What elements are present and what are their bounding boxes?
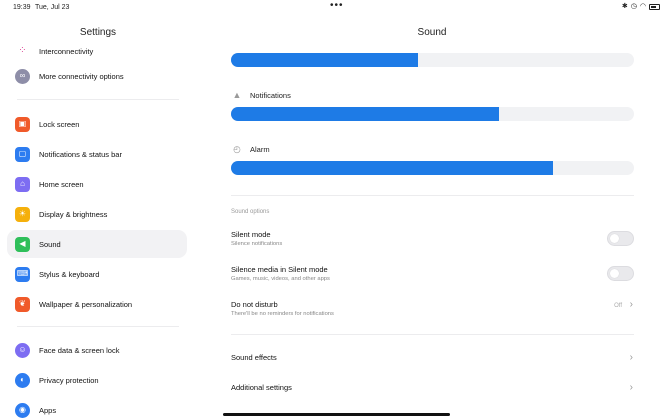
link-icon: ∞ [15,68,30,84]
silence-media-row[interactable]: Silence media in Silent mode Games, musi… [231,262,634,288]
sidebar-item-label: Display & brightness [39,209,108,219]
sidebar-divider [17,326,179,327]
speaker-icon: ◀ [15,236,30,252]
row-title: Additional settings [231,383,292,392]
sidebar-item-label: More connectivity options [39,71,124,81]
slider-fill [231,107,499,121]
sound-effects-row[interactable]: Sound effects › [231,350,634,376]
chevron-right-icon: › [629,299,633,310]
status-date: Tue, Jul 23 [35,4,70,11]
sidebar-item-sound[interactable]: ◀ Sound [7,230,187,258]
settings-sidebar: Settings ⁘ Interconnectivity ∞ More conn… [0,16,196,420]
row-title: Sound effects [231,353,277,362]
do-not-disturb-row[interactable]: Do not disturb There'll be no reminders … [231,297,634,323]
wifi-icon: ◠ [639,3,646,10]
sidebar-item-apps[interactable]: ◉ Apps [7,396,187,420]
slider-fill [231,53,419,67]
status-icons: ✱ ◷ ◠ [622,3,660,11]
silent-mode-row[interactable]: Silent mode Silence notifications [231,227,634,253]
sidebar-item-wallpaper[interactable]: ❦ Wallpaper & personalization [7,290,187,318]
sidebar-item-label: Lock screen [39,119,80,129]
slider-fill [231,161,554,175]
lock-icon: ▣ [15,116,30,132]
sidebar-item-display[interactable]: ☀ Display & brightness [7,200,187,228]
sidebar-item-label: Notifications & status bar [39,149,122,159]
sidebar-item-label: Privacy protection [39,375,99,385]
sidebar-item-label: Apps [39,405,57,415]
more-dots-icon[interactable]: ••• [330,1,344,11]
sidebar-item-interconnectivity[interactable]: ⁘ Interconnectivity [7,37,187,65]
bell-icon: ▲ [232,90,242,100]
keyboard-icon: ⌨ [15,266,30,282]
row-title: Do not disturb [231,300,278,309]
chevron-right-icon: › [629,382,633,393]
sidebar-item-label: Home screen [39,179,84,189]
sidebar-item-label: Wallpaper & personalization [39,299,133,309]
home-indicator[interactable] [223,413,450,416]
face-icon: ☺ [15,342,30,358]
sidebar-item-label: Face data & screen lock [39,345,120,355]
sidebar-item-home-screen[interactable]: ⌂ Home screen [7,170,187,198]
section-divider [231,334,634,335]
silent-mode-toggle[interactable] [607,231,634,246]
alarm-volume-slider[interactable] [231,161,634,175]
section-header: Sound options [231,209,270,215]
row-title: Silence media in Silent mode [231,265,328,274]
chevron-right-icon: › [629,352,633,363]
row-title: Silent mode [231,230,271,239]
sidebar-item-label: Sound [39,239,61,249]
sidebar-item-notifications[interactable]: ▢ Notifications & status bar [7,140,187,168]
row-subtitle: Silence notifications [231,241,283,247]
section-divider [231,195,634,196]
sidebar-item-privacy[interactable]: ◐ Privacy protection [7,366,187,394]
alarm-volume-label: Alarm [250,145,270,154]
notifications-volume-label: Notifications [250,90,291,100]
alarm-status-icon: ◷ [630,3,637,10]
brightness-icon: ☀ [15,206,30,222]
battery-icon [649,4,660,10]
alarm-icon: ◴ [233,144,241,154]
sidebar-item-stylus-keyboard[interactable]: ⌨ Stylus & keyboard [7,260,187,288]
sidebar-item-more-connectivity[interactable]: ∞ More connectivity options [7,62,187,90]
silence-media-toggle[interactable] [607,266,634,281]
status-time: 19:39 [13,4,31,11]
notifications-icon: ▢ [15,146,30,162]
interconnectivity-icon: ⁘ [18,45,27,56]
do-not-disturb-value: Off [614,303,622,309]
additional-settings-row[interactable]: Additional settings › [231,380,634,406]
page-title: Sound [417,27,447,38]
sound-settings-panel: Sound ▲ Notifications ◴ Alarm Sound opti… [196,16,672,420]
sidebar-item-face-data[interactable]: ☺ Face data & screen lock [7,336,187,364]
apps-icon: ◉ [15,402,30,418]
notifications-volume-slider[interactable] [231,107,634,121]
sidebar-item-lock-screen[interactable]: ▣ Lock screen [7,110,187,138]
row-subtitle: There'll be no reminders for notificatio… [231,311,334,317]
sidebar-item-label: Interconnectivity [39,46,94,56]
row-subtitle: Games, music, videos, and other apps [231,276,330,282]
alarm-volume-label-row: ◴ Alarm [232,144,270,155]
wallpaper-icon: ❦ [15,296,30,312]
notifications-volume-label-row: ▲ Notifications [232,90,291,100]
sidebar-divider [17,99,179,100]
bluetooth-icon: ✱ [621,3,628,10]
privacy-icon: ◐ [15,372,30,388]
sidebar-item-label: Stylus & keyboard [39,269,100,279]
home-icon: ⌂ [15,176,30,192]
status-bar: 19:39 Tue, Jul 23 ••• ✱ ◷ ◠ [0,0,672,16]
media-volume-slider[interactable] [231,53,634,67]
